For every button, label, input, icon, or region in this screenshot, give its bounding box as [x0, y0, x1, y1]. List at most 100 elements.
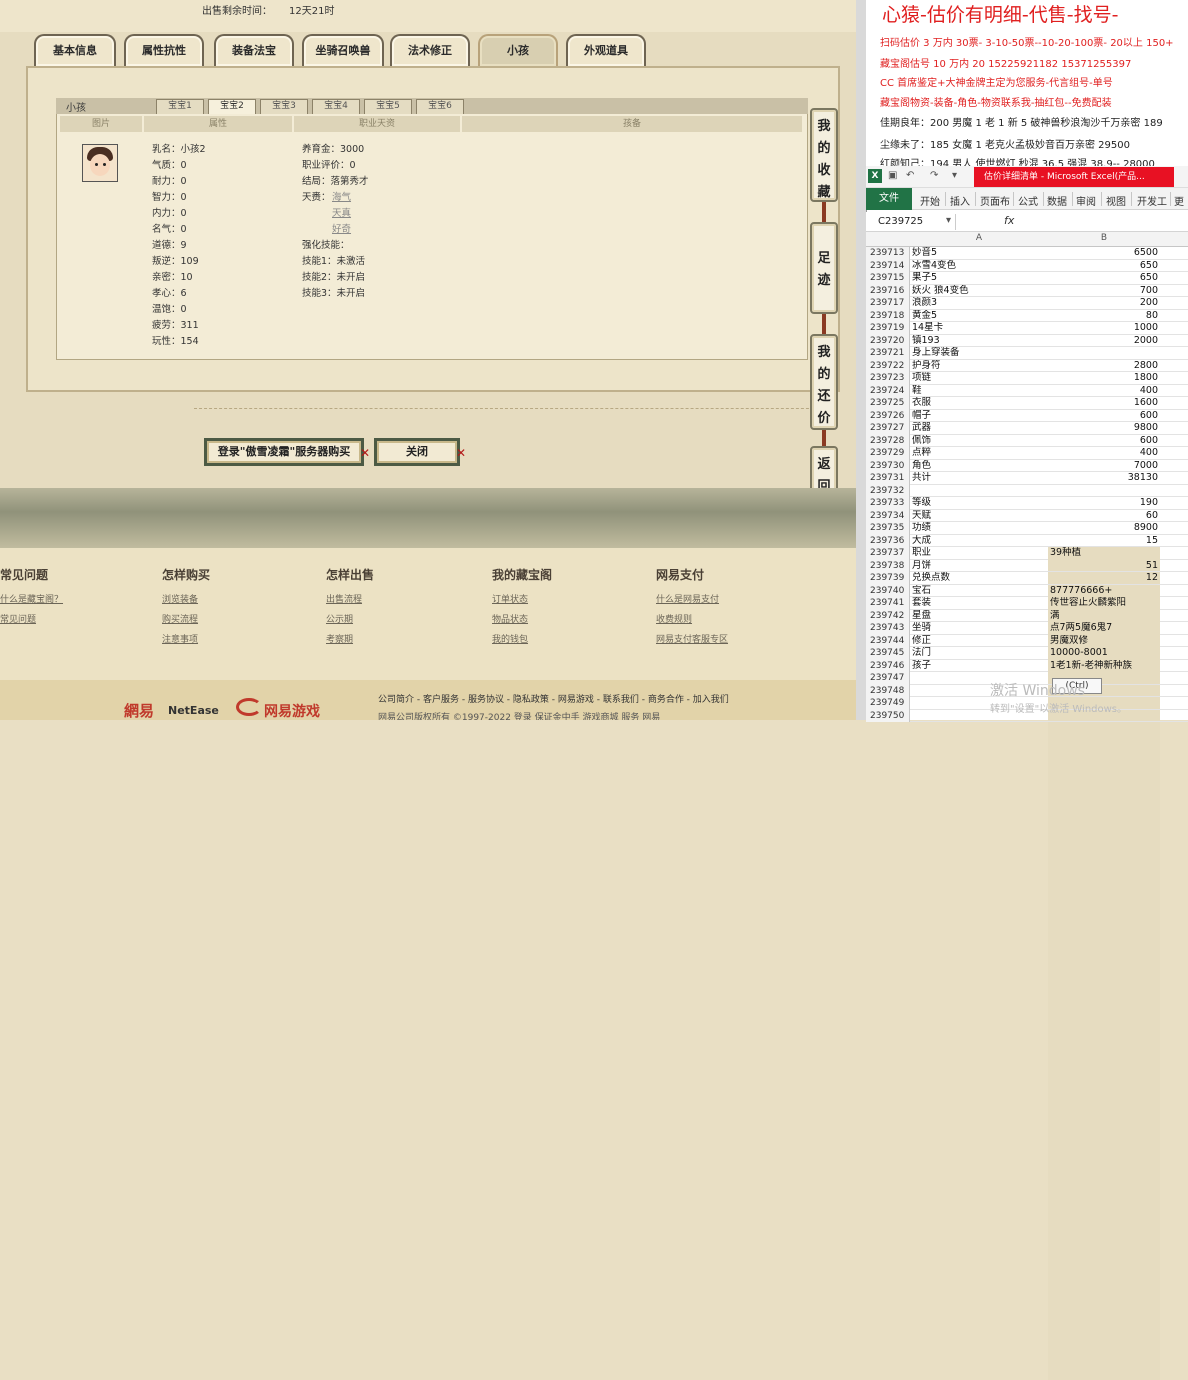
ribbon-tab-page-layout[interactable]: 页面布 [980, 193, 1010, 208]
footer-link[interactable]: 我的钱包 [492, 632, 528, 645]
row-number[interactable]: 239743 [866, 622, 910, 635]
cell-a[interactable]: 天赋 [912, 510, 1048, 523]
cell-a[interactable]: 功绩 [912, 522, 1048, 535]
row-number[interactable]: 239748 [866, 684, 910, 697]
footer-link[interactable]: 浏览装备 [162, 592, 198, 605]
row-number[interactable]: 239725 [866, 397, 910, 410]
close-button[interactable]: 关闭 [374, 438, 460, 466]
cell-a[interactable]: 坐骑 [912, 622, 1048, 635]
row-number[interactable]: 239742 [866, 609, 910, 622]
row-number[interactable]: 239717 [866, 297, 910, 310]
cell-a[interactable]: 镇193 [912, 335, 1048, 348]
sheet-row[interactable]: 239723 项链 1800 [866, 372, 1188, 385]
row-number[interactable]: 239746 [866, 659, 910, 672]
my-bargain-button[interactable]: 我的还价 [810, 334, 838, 430]
sheet-row[interactable]: 239725 衣服 1600 [866, 397, 1188, 410]
talent-gift-3[interactable]: 好奇 [332, 222, 351, 238]
row-number[interactable]: 239741 [866, 597, 910, 610]
subtab-baby1[interactable]: 宝宝1 [156, 99, 204, 114]
buy-login-button[interactable]: 登录"傲雪凌霜"服务器购买 [204, 438, 364, 466]
tab-appearance[interactable]: 外观道具 [566, 34, 646, 66]
row-number[interactable]: 239749 [866, 697, 910, 710]
row-number[interactable]: 239745 [866, 647, 910, 660]
sheet-row[interactable]: 239733 等级 190 [866, 497, 1188, 510]
subtab-baby6[interactable]: 宝宝6 [416, 99, 464, 114]
name-box[interactable]: C239725 [872, 214, 956, 230]
cell-a[interactable]: 大成 [912, 535, 1048, 548]
sheet-row[interactable]: 239740 宝石 877776666+ [866, 584, 1188, 1305]
ribbon-tab-home[interactable]: 开始 [920, 193, 940, 208]
cell-b[interactable]: 60 [1048, 510, 1160, 523]
cell-b[interactable]: 1600 [1048, 397, 1160, 410]
footer-link[interactable]: 注意事项 [162, 632, 198, 645]
row-number[interactable]: 239728 [866, 434, 910, 447]
sheet-row[interactable]: 239741 套装 传世容止火麟紫阳 [866, 597, 1188, 1317]
sheet-row[interactable]: 239745 法门 10000-8001 [866, 647, 1188, 1367]
cell-a[interactable]: 套装 [912, 597, 1048, 610]
cell-b[interactable]: 700 [1048, 285, 1160, 298]
cell-a[interactable]: 冰雪4变色 [912, 260, 1048, 273]
row-number[interactable]: 239731 [866, 472, 910, 485]
cell-a[interactable]: 法门 [912, 647, 1048, 660]
cell-b[interactable]: 400 [1048, 447, 1160, 460]
sheet-row[interactable]: 239726 帽子 600 [866, 409, 1188, 423]
cell-b[interactable]: 6500 [1048, 247, 1160, 260]
cell-a[interactable]: 职业 [912, 547, 1048, 560]
cell-b[interactable]: 650 [1048, 260, 1160, 273]
cell-a[interactable]: 宝石 [912, 585, 1048, 598]
sheet-row[interactable]: 239743 坐骑 点7两5魔6鬼7 [866, 622, 1188, 1342]
redo-icon[interactable]: ↷ [930, 170, 938, 181]
sheet-row[interactable]: 239724 鞋 400 [866, 384, 1188, 398]
subtab-baby5[interactable]: 宝宝5 [364, 99, 412, 114]
undo-icon[interactable]: ↶ [906, 170, 914, 181]
row-number[interactable]: 239734 [866, 509, 910, 522]
row-number[interactable]: 239720 [866, 334, 910, 347]
talent-gift-2[interactable]: 天真 [332, 206, 351, 222]
my-favorites-button[interactable]: 我的收藏 [810, 108, 838, 202]
footer-link[interactable]: 订单状态 [492, 592, 528, 605]
subtab-baby4[interactable]: 宝宝4 [312, 99, 360, 114]
cell-b[interactable]: 600 [1048, 410, 1160, 423]
sheet-row[interactable]: 239728 佩饰 600 [866, 434, 1188, 447]
row-number[interactable]: 239724 [866, 384, 910, 397]
tab-basic-info[interactable]: 基本信息 [34, 34, 116, 66]
tab-equipment[interactable]: 装备法宝 [214, 34, 294, 66]
name-box-dropdown-icon[interactable]: ▾ [946, 215, 951, 226]
row-number[interactable]: 239750 [866, 709, 910, 722]
cell-a[interactable]: 鞋 [912, 385, 1048, 398]
row-number[interactable]: 239736 [866, 534, 910, 547]
cell-b[interactable]: 190 [1048, 497, 1160, 510]
cell-b[interactable]: 1000 [1048, 322, 1160, 335]
row-number[interactable]: 239723 [866, 372, 910, 385]
cell-a[interactable]: 星盘 [912, 610, 1048, 623]
sheet-row[interactable]: 239738 月饼 51 [866, 559, 1188, 572]
column-header-a[interactable]: A [910, 233, 1048, 243]
footprints-button[interactable]: 足迹 [810, 222, 838, 314]
cell-b[interactable]: 12 [1048, 572, 1160, 585]
subtab-baby2[interactable]: 宝宝2 [208, 99, 256, 114]
row-number[interactable]: 239722 [866, 359, 910, 372]
ribbon-tab-more[interactable]: 更 [1174, 193, 1184, 208]
row-number[interactable]: 239730 [866, 459, 910, 472]
ribbon-tab-review[interactable]: 审阅 [1076, 193, 1096, 208]
cell-a[interactable]: 修正 [912, 635, 1048, 648]
window-divider[interactable] [856, 0, 866, 720]
sheet-row[interactable]: 239730 角色 7000 [866, 459, 1188, 473]
row-number[interactable]: 239729 [866, 447, 910, 460]
row-number[interactable]: 239713 [866, 247, 910, 260]
ribbon-tab-formulas[interactable]: 公式 [1018, 193, 1038, 208]
ribbon-tab-insert[interactable]: 插入 [950, 193, 970, 208]
row-number[interactable]: 239719 [866, 322, 910, 335]
cell-a[interactable]: 兑换点数 [912, 572, 1048, 585]
row-number[interactable]: 239716 [866, 284, 910, 297]
save-icon[interactable]: ▣ [888, 170, 897, 181]
sheet-row[interactable]: 239714 冰雪4变色 650 [866, 259, 1188, 273]
row-number[interactable]: 239737 [866, 547, 910, 560]
tab-spells[interactable]: 法术修正 [390, 34, 470, 66]
footer-link[interactable]: 常见问题 [0, 612, 36, 625]
cell-b[interactable]: 15 [1048, 535, 1160, 548]
footer-link[interactable]: 什么是网易支付 [656, 592, 719, 605]
cell-a[interactable]: 孩子 [912, 660, 1048, 673]
cell-a[interactable]: 角色 [912, 460, 1048, 473]
cell-a[interactable]: 护身符 [912, 360, 1048, 373]
